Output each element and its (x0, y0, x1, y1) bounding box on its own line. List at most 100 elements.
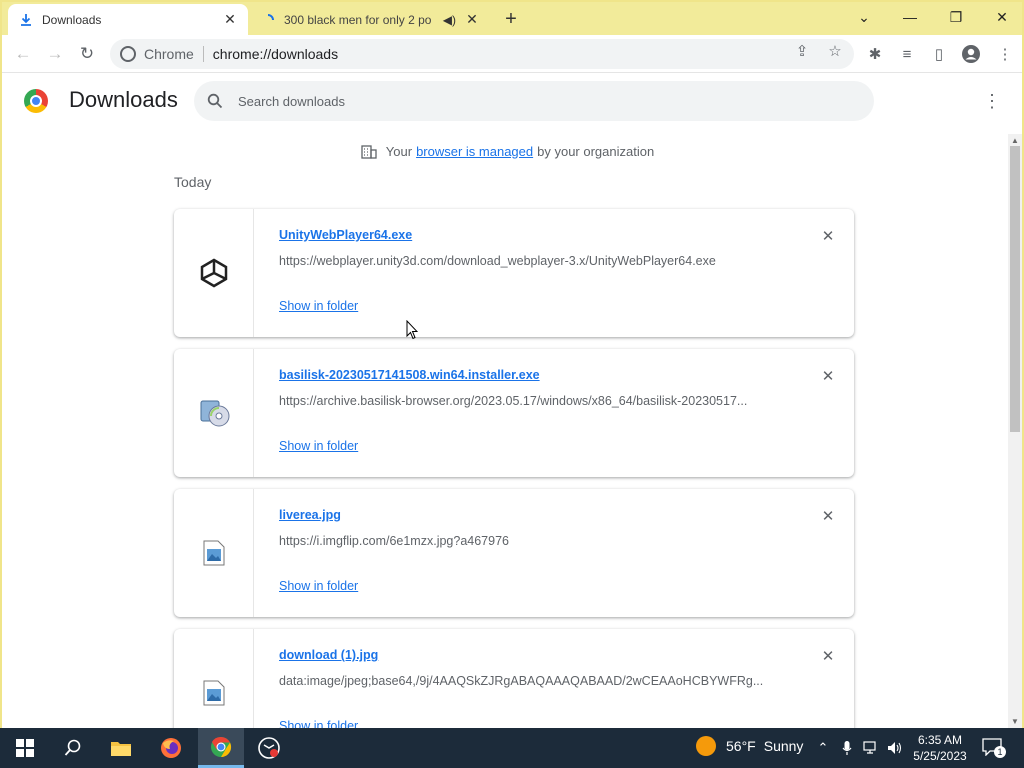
screen-recorder-icon (258, 737, 280, 759)
tab-title: 300 black men for only 2 po (284, 12, 432, 27)
installer-icon (200, 400, 229, 427)
scroll-up-icon[interactable]: ▲ (1010, 135, 1020, 145)
sun-icon (696, 736, 716, 756)
folder-icon (111, 742, 131, 756)
minimize-button[interactable]: — (896, 6, 924, 28)
file-name-link[interactable]: liverea.jpg (279, 508, 341, 522)
start-button[interactable] (2, 728, 48, 768)
side-panel-icon[interactable]: ▯ (928, 43, 950, 65)
chrome-icon (211, 736, 232, 757)
remove-icon[interactable]: ✕ (819, 367, 837, 385)
address-bar[interactable]: Chrome chrome://downloads (110, 39, 854, 69)
back-button[interactable]: ← (12, 43, 34, 65)
file-icon-column (174, 209, 254, 337)
tab-strip: Downloads ✕ 300 black men for only 2 po … (2, 2, 1022, 35)
volume-icon[interactable] (886, 738, 904, 758)
remove-icon[interactable]: ✕ (819, 507, 837, 525)
more-actions-icon[interactable]: ⋮ (980, 89, 1004, 113)
source-url: https://webplayer.unity3d.com/download_w… (279, 254, 716, 268)
weather-temp: 56°F (726, 738, 756, 754)
speaker-icon[interactable]: ◀) (443, 13, 456, 27)
managed-notice: Your browser is managed by your organiza… (2, 140, 1022, 162)
download-item: liverea.jpg https://i.imgflip.com/6e1mzx… (174, 489, 854, 617)
clock-date: 5/25/2023 (913, 749, 967, 763)
chrome-site-icon (120, 46, 136, 62)
weather-widget[interactable]: 56°F Sunny (696, 736, 803, 756)
network-icon[interactable] (862, 738, 880, 758)
image-file-icon (203, 540, 224, 566)
tab-search-icon[interactable]: ⌄ (850, 6, 878, 28)
close-window-button[interactable]: ✕ (988, 6, 1016, 28)
source-url: https://i.imgflip.com/6e1mzx.jpg?a467976 (279, 534, 509, 548)
loading-icon (260, 12, 276, 28)
notification-count-badge: 1 (994, 746, 1006, 758)
search-icon (206, 92, 224, 110)
download-item: basilisk-20230517141508.win64.installer.… (174, 349, 854, 477)
search-box[interactable] (194, 81, 874, 121)
site-name: Chrome (144, 46, 194, 62)
show-in-folder-link[interactable]: Show in folder (279, 299, 358, 313)
tab-title: Downloads (42, 12, 102, 27)
weather-text: Sunny (763, 738, 804, 754)
file-name-link[interactable]: basilisk-20230517141508.win64.installer.… (279, 368, 540, 382)
new-tab-button[interactable]: + (500, 8, 522, 30)
firefox-button[interactable] (148, 728, 194, 768)
close-tab-icon[interactable]: ✕ (464, 11, 480, 28)
taskbar: 56°F Sunny ⌃ 6:35 AM 5/25/2023 1 (0, 728, 1024, 768)
scroll-down-icon[interactable]: ▼ (1010, 716, 1020, 726)
tab-downloads[interactable]: Downloads ✕ (8, 4, 248, 35)
windows-icon (16, 739, 34, 757)
chrome-taskbar-button[interactable] (198, 728, 244, 768)
building-icon (361, 145, 377, 159)
file-icon-column (174, 629, 254, 728)
toolbar: ← → ↻ Chrome chrome://downloads ⇪ ☆ ✱ ≡ … (2, 35, 1022, 73)
show-in-folder-link[interactable]: Show in folder (279, 719, 358, 728)
remove-icon[interactable]: ✕ (819, 647, 837, 665)
file-icon-column (174, 349, 254, 477)
image-file-icon (203, 680, 224, 706)
recorder-app-button[interactable] (246, 728, 292, 768)
url-text: chrome://downloads (212, 46, 339, 62)
mouse-cursor-icon (406, 320, 418, 340)
downloads-page: Downloads ⋮ Your browser is managed by y… (2, 74, 1022, 728)
restore-button[interactable]: ❐ (942, 6, 970, 28)
page-header: Downloads ⋮ (2, 74, 1022, 130)
forward-button[interactable]: → (44, 43, 66, 65)
system-clock[interactable]: 6:35 AM 5/25/2023 (910, 732, 970, 764)
managed-suffix: by your organization (537, 143, 655, 159)
extensions-icon[interactable]: ✱ (864, 43, 886, 65)
file-name-link[interactable]: download (1).jpg (279, 648, 378, 662)
profile-avatar-icon[interactable] (960, 43, 982, 65)
source-url: data:image/jpeg;base64,/9j/4AAQSkZJRgABA… (279, 674, 764, 688)
page-title: Downloads (69, 87, 178, 112)
search-taskbar-button[interactable] (50, 728, 96, 768)
file-name-link[interactable]: UnityWebPlayer64.exe (279, 228, 412, 242)
share-icon[interactable]: ⇪ (792, 41, 812, 61)
remove-icon[interactable]: ✕ (819, 227, 837, 245)
download-item: download (1).jpg data:image/jpeg;base64,… (174, 629, 854, 728)
browser-window: Downloads ✕ 300 black men for only 2 po … (0, 0, 1024, 728)
kebab-menu-icon[interactable]: ⋮ (994, 43, 1016, 65)
section-heading: Today (174, 174, 212, 190)
unity-icon (200, 258, 227, 288)
browser-managed-link[interactable]: browser is managed (416, 144, 533, 159)
search-icon (64, 739, 81, 756)
search-input[interactable] (238, 93, 838, 109)
reload-button[interactable]: ↻ (76, 43, 98, 65)
scrollbar-thumb[interactable] (1010, 146, 1020, 432)
managed-prefix: Your (385, 143, 413, 159)
show-in-folder-link[interactable]: Show in folder (279, 439, 358, 453)
chevron-up-icon[interactable]: ⌃ (814, 738, 832, 758)
show-in-folder-link[interactable]: Show in folder (279, 579, 358, 593)
file-explorer-button[interactable] (98, 728, 144, 768)
close-tab-icon[interactable]: ✕ (222, 11, 238, 28)
chrome-logo-icon (24, 89, 48, 113)
tab-video[interactable]: 300 black men for only 2 po ◀) ✕ (250, 4, 490, 35)
bookmark-star-icon[interactable]: ☆ (825, 41, 845, 61)
file-icon-column (174, 489, 254, 617)
separator (202, 46, 204, 62)
microphone-icon[interactable] (838, 738, 856, 758)
media-controls-icon[interactable]: ≡ (896, 43, 918, 65)
source-url: https://archive.basilisk-browser.org/202… (279, 394, 748, 408)
clock-time: 6:35 AM (917, 733, 963, 747)
